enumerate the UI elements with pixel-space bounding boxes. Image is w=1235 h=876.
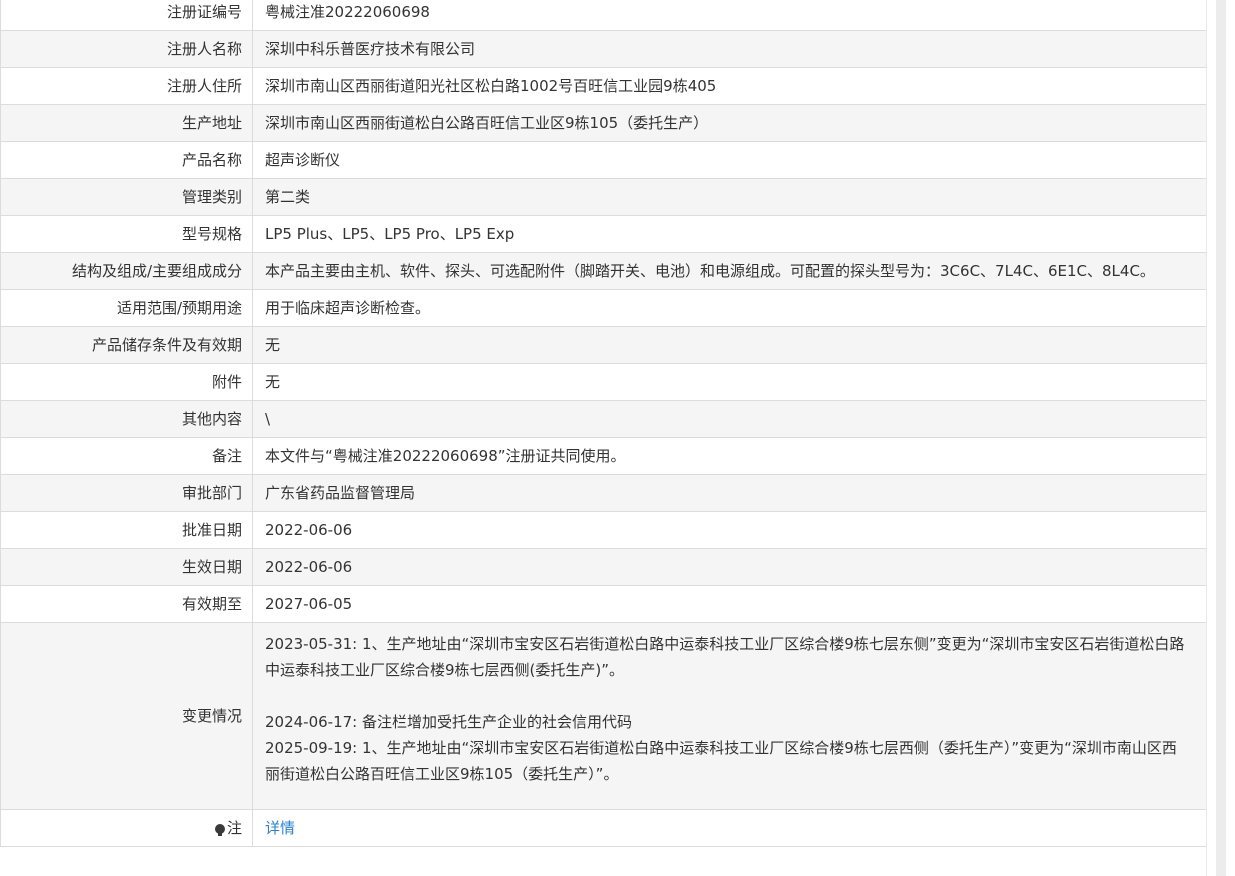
row-value: 第二类	[252, 178, 1207, 216]
vertical-scrollbar[interactable]	[1206, 0, 1235, 876]
row-label: 批准日期	[0, 511, 253, 549]
row-label: 注册证编号	[0, 0, 253, 31]
row-label: 审批部门	[0, 474, 253, 512]
detail-row: 产品储存条件及有效期无	[0, 326, 1207, 364]
row-label: 管理类别	[0, 178, 253, 216]
row-label: 适用范围/预期用途	[0, 289, 253, 327]
row-value: 2022-06-06	[252, 511, 1207, 549]
detail-row: 结构及组成/主要组成成分 本产品主要由主机、软件、探头、可选配附件（脚踏开关、电池…	[0, 252, 1207, 290]
note-value: 详情	[252, 809, 1207, 847]
row-label: 其他内容	[0, 400, 253, 438]
changes-label: 变更情况	[0, 622, 253, 810]
row-value: 无	[252, 326, 1207, 364]
row-value: 无	[252, 363, 1207, 401]
registration-detail-table: 注册证编号 粤械注准20222060698 注册人名称 深圳中科乐普医疗技术有限公司…	[0, 0, 1207, 847]
row-value: 深圳市南山区西丽街道松白公路百旺信工业区9栋105（委托生产）	[252, 104, 1207, 142]
row-value: 深圳中科乐普医疗技术有限公司	[252, 30, 1207, 68]
change-entry: 2023-05-31: 1、生产地址由“深圳市宝安区石岩街道松白路中运泰科技工业…	[265, 635, 1185, 679]
changes-row: 变更情况 2023-05-31: 1、生产地址由“深圳市宝安区石岩街道松白路中运…	[0, 622, 1207, 810]
row-value: \	[252, 400, 1207, 438]
detail-row: 生产地址 深圳市南山区西丽街道松白公路百旺信工业区9栋105（委托生产）	[0, 104, 1207, 142]
row-label: 产品储存条件及有效期	[0, 326, 253, 364]
change-entry: 2024-06-17: 备注栏增加受托生产企业的社会信用代码	[265, 713, 632, 731]
row-value: 2022-06-06	[252, 548, 1207, 586]
changes-value: 2023-05-31: 1、生产地址由“深圳市宝安区石岩街道松白路中运泰科技工业…	[252, 622, 1207, 810]
row-label: 有效期至	[0, 585, 253, 623]
detail-row: 备注 本文件与“粤械注准20222060698”注册证共同使用。	[0, 437, 1207, 475]
detail-row: 生效日期 2022-06-06	[0, 548, 1207, 586]
row-label: 产品名称	[0, 141, 253, 179]
row-value: 广东省药品监督管理局	[252, 474, 1207, 512]
detail-row: 型号规格 LP5 Plus、LP5、LP5 Pro、LP5 Exp	[0, 215, 1207, 253]
detail-rows: 注册证编号 粤械注准20222060698 注册人名称 深圳中科乐普医疗技术有限公司…	[0, 0, 1207, 847]
row-label: 注册人名称	[0, 30, 253, 68]
row-label: 附件	[0, 363, 253, 401]
row-label: 生效日期	[0, 548, 253, 586]
detail-row: 产品名称 超声诊断仪	[0, 141, 1207, 179]
row-value: 用于临床超声诊断检查。	[252, 289, 1207, 327]
note-label-cell: 注	[0, 809, 253, 847]
detail-row: 审批部门 广东省药品监督管理局	[0, 474, 1207, 512]
row-label: 注册人住所	[0, 67, 253, 105]
detail-row: 其他内容 \	[0, 400, 1207, 438]
row-value: 深圳市南山区西丽街道阳光社区松白路1002号百旺信工业园9栋405	[252, 67, 1207, 105]
change-entry: 2025-09-19: 1、生产地址由“深圳市宝安区石岩街道松白路中运泰科技工业…	[265, 739, 1177, 783]
row-label: 结构及组成/主要组成成分	[0, 252, 253, 290]
row-label: 备注	[0, 437, 253, 475]
detail-link[interactable]: 详情	[265, 819, 295, 837]
registration-detail-panel: 注册证编号 粤械注准20222060698 注册人名称 深圳中科乐普医疗技术有限公司…	[0, 0, 1207, 847]
lightbulb-icon	[214, 824, 225, 836]
detail-row: 注册人名称 深圳中科乐普医疗技术有限公司	[0, 30, 1207, 68]
row-value: 超声诊断仪	[252, 141, 1207, 179]
detail-row: 适用范围/预期用途 用于临床超声诊断检查。	[0, 289, 1207, 327]
detail-row: 管理类别 第二类	[0, 178, 1207, 216]
note-row: 注 详情	[0, 809, 1207, 847]
row-value: 2027-06-05	[252, 585, 1207, 623]
note-label: 注	[226, 819, 242, 837]
detail-row: 有效期至 2027-06-05	[0, 585, 1207, 623]
row-value: LP5 Plus、LP5、LP5 Pro、LP5 Exp	[252, 215, 1207, 253]
detail-row: 注册证编号 粤械注准20222060698	[0, 0, 1207, 31]
row-value: 粤械注准20222060698	[252, 0, 1207, 31]
row-value: 本产品主要由主机、软件、探头、可选配附件（脚踏开关、电池）和电源组成。可配置的探…	[252, 252, 1207, 290]
detail-row: 注册人住所 深圳市南山区西丽街道阳光社区松白路1002号百旺信工业园9栋405	[0, 67, 1207, 105]
change-spacer	[265, 683, 1188, 709]
row-value: 本文件与“粤械注准20222060698”注册证共同使用。	[252, 437, 1207, 475]
row-label: 型号规格	[0, 215, 253, 253]
detail-row: 附件无	[0, 363, 1207, 401]
detail-row: 批准日期 2022-06-06	[0, 511, 1207, 549]
scrollbar-track[interactable]	[1216, 0, 1226, 876]
row-label: 生产地址	[0, 104, 253, 142]
